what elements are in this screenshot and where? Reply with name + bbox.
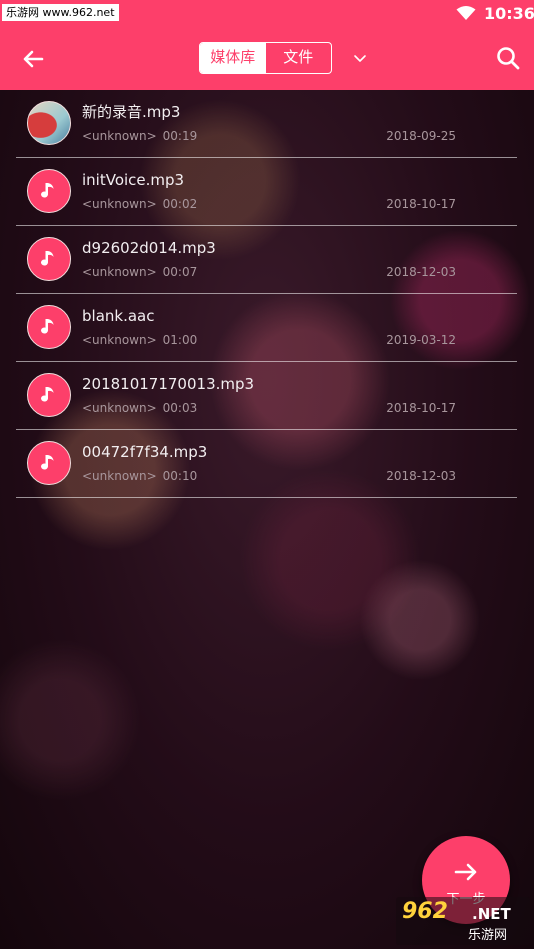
source-segmented-control: 媒体库 文件: [199, 42, 332, 74]
file-meta: <unknown> 00:07: [82, 264, 197, 280]
watermark-logo: 962 .NET 乐游网: [396, 897, 530, 945]
watermark-logo-sub: 乐游网: [468, 928, 508, 943]
back-arrow-icon[interactable]: [18, 44, 48, 74]
file-duration: 00:03: [162, 401, 198, 415]
app-bar: 媒体库 文件: [0, 28, 534, 90]
file-meta: <unknown> 00:19: [82, 128, 197, 144]
wifi-icon: [456, 6, 476, 20]
tab-files[interactable]: 文件: [266, 43, 332, 73]
file-row[interactable]: d92602d014.mp3 <unknown> 00:07 2018-12-03: [16, 226, 517, 294]
music-note-icon: [41, 455, 54, 470]
tab-media-library[interactable]: 媒体库: [200, 43, 266, 73]
music-note-icon: [41, 251, 54, 266]
file-date: 2018-10-17: [386, 197, 456, 211]
file-name: blank.aac: [82, 307, 155, 325]
watermark-top: 乐游网 www.962.net: [2, 4, 119, 21]
file-row[interactable]: 新的录音.mp3 <unknown> 00:19 2018-09-25: [16, 90, 517, 158]
file-name: 00472f7f34.mp3: [82, 443, 208, 461]
music-note-thumbnail: [27, 169, 71, 213]
file-date: 2018-12-03: [386, 265, 456, 279]
music-note-icon: [41, 387, 54, 402]
file-date: 2018-10-17: [386, 401, 456, 415]
file-artist: <unknown>: [82, 265, 157, 279]
music-note-icon: [41, 319, 54, 334]
file-meta: <unknown> 01:00: [82, 332, 197, 348]
file-duration: 00:19: [162, 129, 198, 143]
file-meta: <unknown> 00:10: [82, 468, 197, 484]
file-artist: <unknown>: [82, 401, 157, 415]
file-artist: <unknown>: [82, 469, 157, 483]
file-date: 2018-09-25: [386, 129, 456, 143]
file-meta: <unknown> 00:02: [82, 196, 197, 212]
music-note-thumbnail: [27, 373, 71, 417]
music-note-thumbnail: [27, 305, 71, 349]
watermark-logo-number: 962: [402, 899, 448, 924]
file-row[interactable]: 20181017170013.mp3 <unknown> 00:03 2018-1…: [16, 362, 517, 430]
search-icon[interactable]: [494, 44, 522, 72]
music-note-thumbnail: [27, 441, 71, 485]
clock: 10:36: [484, 4, 534, 23]
file-name: initVoice.mp3: [82, 171, 185, 189]
file-name: 新的录音.mp3: [82, 103, 181, 121]
status-bar: 乐游网 www.962.net 10:36: [0, 0, 534, 28]
chevron-down-icon[interactable]: [352, 50, 368, 66]
album-art-thumbnail: [27, 101, 71, 145]
music-note-icon: [41, 183, 54, 198]
file-row[interactable]: 00472f7f34.mp3 <unknown> 00:10 2018-12-03: [16, 430, 517, 498]
music-note-thumbnail: [27, 237, 71, 281]
file-artist: <unknown>: [82, 129, 157, 143]
file-row[interactable]: blank.aac <unknown> 01:00 2019-03-12: [16, 294, 517, 362]
file-date: 2019-03-12: [386, 333, 456, 347]
file-artist: <unknown>: [82, 333, 157, 347]
file-name: 20181017170013.mp3: [82, 375, 255, 393]
file-date: 2018-12-03: [386, 469, 456, 483]
file-name: d92602d014.mp3: [82, 239, 216, 257]
arrow-right-icon: [454, 863, 477, 881]
file-meta: <unknown> 00:03: [82, 400, 197, 416]
file-row[interactable]: initVoice.mp3 <unknown> 00:02 2018-10-17: [16, 158, 517, 226]
file-duration: 01:00: [162, 333, 198, 347]
file-duration: 00:07: [162, 265, 198, 279]
watermark-logo-net: .NET: [472, 905, 511, 923]
file-artist: <unknown>: [82, 197, 157, 211]
file-duration: 00:02: [162, 197, 198, 211]
audio-file-list: 新的录音.mp3 <unknown> 00:19 2018-09-25 initV…: [0, 90, 534, 498]
file-duration: 00:10: [162, 469, 198, 483]
